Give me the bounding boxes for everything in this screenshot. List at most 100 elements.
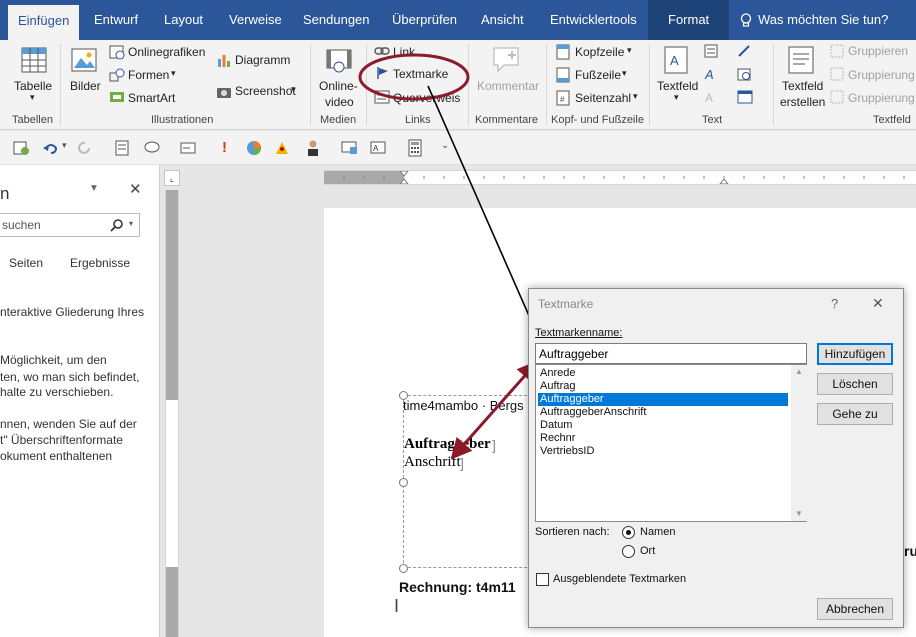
header-dropdown-arrow[interactable]: ▾ [627, 45, 632, 56]
link-button[interactable]: Link [393, 45, 415, 59]
form-field-icon[interactable] [180, 141, 196, 155]
quick-access-toolbar: ▾ ! A ⌄ [0, 131, 916, 165]
regroup-button[interactable]: Gruppierung [848, 91, 915, 105]
tab-sendungen[interactable]: Sendungen [303, 12, 370, 27]
cancel-button[interactable]: Abbrechen [817, 598, 893, 620]
text-cursor-icon: I [394, 596, 400, 616]
screen-icon[interactable] [341, 140, 359, 156]
vertical-ruler-margin-bottom [166, 567, 178, 637]
tab-format[interactable]: Format [648, 0, 730, 40]
person-icon[interactable] [305, 139, 321, 157]
scroll-up-arrow[interactable]: ▲ [795, 367, 803, 376]
tab-entwurf[interactable]: Entwurf [94, 12, 138, 27]
group-label-kommentare: Kommentare [475, 114, 538, 126]
sort-name-label[interactable]: Namen [640, 526, 675, 538]
footer-button[interactable]: Fußzeile [575, 68, 621, 82]
bookmark-auftraggeber-text[interactable]: Auftraggeber [404, 436, 491, 453]
calculator-icon[interactable] [408, 139, 422, 157]
tell-me-search[interactable]: Was möchten Sie tun? [758, 12, 888, 27]
tab-stop-selector[interactable]: ⌞ [164, 170, 180, 186]
bookmark-name-input[interactable]: Auftraggeber [535, 343, 807, 364]
bookmark-list-item[interactable]: Rechnr [538, 432, 788, 445]
tab-layout[interactable]: Layout [164, 12, 203, 27]
undo-icon[interactable] [42, 140, 60, 156]
hidden-bookmarks-label[interactable]: Ausgeblendete Textmarken [553, 573, 686, 585]
sort-name-radio[interactable] [622, 526, 635, 539]
sort-location-radio[interactable] [622, 545, 635, 558]
bookmark-list-item[interactable]: Datum [538, 419, 788, 432]
table-button[interactable]: Tabelle [14, 79, 52, 93]
group-button[interactable]: Gruppieren [848, 44, 908, 58]
tab-ueberpruefen[interactable]: Überprüfen [392, 12, 457, 27]
shapes-button[interactable]: Formen [128, 68, 169, 82]
bookmark-list[interactable]: ▲ ▼ Anrede Auftrag Auftraggeber Auftraggebe… [535, 364, 807, 522]
undo-dropdown-arrow[interactable]: ▾ [62, 140, 67, 151]
nav-tab-pages[interactable]: Seiten [9, 256, 43, 270]
bookmark-list-item[interactable]: Anrede [538, 367, 788, 380]
comment-button[interactable]: Kommentar [477, 79, 539, 93]
bookmark-list-item[interactable]: Auftraggeber [538, 393, 788, 406]
nav-search-input[interactable]: suchen ▾ [0, 213, 140, 237]
ungroup-button[interactable]: Gruppierung [848, 68, 915, 82]
tab-entwicklertools[interactable]: Entwicklertools [550, 12, 637, 27]
chart-button[interactable]: Diagramm [235, 53, 290, 67]
highlighter-icon[interactable] [273, 139, 291, 157]
horizontal-ruler[interactable] [324, 170, 916, 185]
page-number-dropdown-arrow[interactable]: ▾ [633, 91, 638, 102]
shapes-dropdown-arrow[interactable]: ▾ [171, 68, 176, 79]
goto-bookmark-button[interactable]: Gehe zu [817, 403, 893, 425]
tab-einfuegen[interactable]: Einfügen [8, 5, 80, 40]
pie-chart-icon[interactable] [245, 139, 263, 157]
scroll-down-arrow[interactable]: ▼ [795, 509, 803, 518]
hidden-bookmarks-checkbox[interactable] [536, 573, 549, 586]
screenshot-button[interactable]: Screenshot [235, 84, 296, 98]
text-field-icon[interactable]: A [370, 140, 388, 156]
tab-ansicht[interactable]: Ansicht [481, 12, 524, 27]
bookmark-list-item[interactable]: Auftrag [538, 380, 788, 393]
bookmark-anschrift-text[interactable]: Anschrift [404, 454, 461, 471]
bookmark-list-item[interactable]: AuftraggeberAnschrift [538, 406, 788, 419]
tab-verweise[interactable]: Verweise [229, 12, 282, 27]
online-video-label-2[interactable]: video [325, 95, 354, 109]
document-tool-icon[interactable] [12, 140, 30, 156]
nav-help-text: Möglichkeit, um den [0, 353, 107, 367]
list-scrollbar[interactable]: ▲ ▼ [791, 365, 807, 521]
pictures-button[interactable]: Bilder [70, 79, 101, 93]
online-pictures-button[interactable]: Onlinegrafiken [128, 45, 205, 59]
close-icon[interactable]: ✕ [872, 295, 884, 312]
textbox-dropdown-arrow[interactable]: ▾ [674, 92, 679, 103]
sort-location-label[interactable]: Ort [640, 545, 655, 557]
nav-tab-results[interactable]: Ergebnisse [70, 256, 130, 270]
exclamation-icon[interactable]: ! [222, 139, 227, 156]
invoice-heading: Rechnung: t4m11 [399, 579, 516, 595]
delete-bookmark-button[interactable]: Löschen [817, 373, 893, 395]
nav-pane-options-arrow[interactable]: ▼ [89, 183, 99, 194]
cut-off-text: ru [904, 543, 916, 559]
add-bookmark-button[interactable]: Hinzufügen [817, 343, 893, 365]
comment-balloon-icon[interactable] [143, 140, 161, 156]
shapes-icon [109, 68, 125, 82]
nav-search-dropdown-arrow[interactable]: ▾ [129, 219, 133, 228]
help-button[interactable]: ? [831, 296, 838, 311]
screenshot-dropdown-arrow[interactable]: ▾ [291, 84, 296, 95]
header-button[interactable]: Kopfzeile [575, 45, 624, 59]
redo-icon[interactable] [77, 140, 93, 156]
resize-handle[interactable] [399, 564, 408, 573]
nav-pane-close-icon[interactable]: ✕ [129, 180, 142, 198]
resize-handle[interactable] [399, 478, 408, 487]
print-preview-icon[interactable] [114, 140, 130, 156]
cross-reference-button[interactable]: Querverweis [393, 91, 460, 105]
smartart-button[interactable]: SmartArt [128, 91, 175, 105]
table-dropdown-arrow[interactable]: ▾ [30, 92, 35, 103]
textbox-button[interactable]: Textfeld [657, 79, 698, 93]
online-video-label-1[interactable]: Online- [319, 79, 358, 93]
header-icon [556, 44, 570, 60]
search-icon[interactable] [110, 218, 124, 232]
draw-textbox-label-1[interactable]: Textfeld [782, 79, 823, 93]
footer-dropdown-arrow[interactable]: ▾ [622, 68, 627, 79]
customize-toolbar-arrow[interactable]: ⌄ [441, 140, 449, 151]
page-number-button[interactable]: Seitenzahl [575, 91, 631, 105]
bookmark-list-item[interactable]: VertriebsID [538, 445, 788, 458]
draw-textbox-label-2[interactable]: erstellen [780, 95, 825, 109]
bookmark-button[interactable]: Textmarke [393, 67, 448, 81]
